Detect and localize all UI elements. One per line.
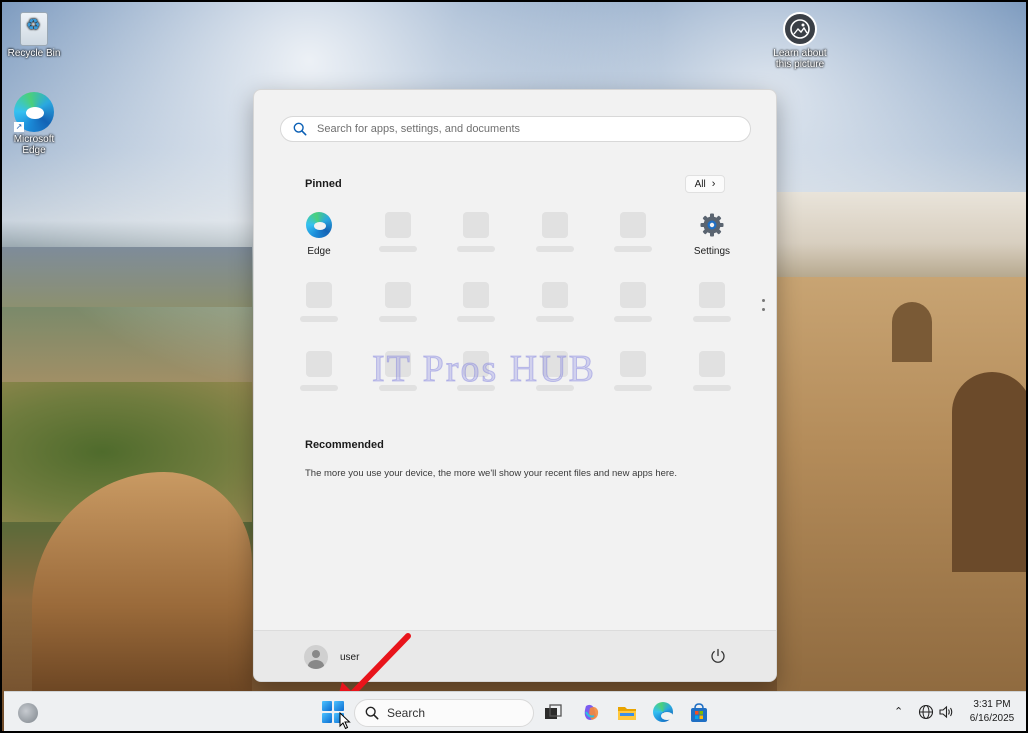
pinned-title: Pinned [305,178,342,190]
gear-icon [700,213,724,237]
learn-about-picture-icon [783,12,817,46]
start-menu-footer: user [254,630,776,681]
pinned-page-indicator[interactable] [762,299,766,315]
weather-widget-icon[interactable] [18,703,38,723]
pinned-app-placeholder [366,351,430,391]
edge-icon [306,212,332,238]
desktop-icon-recycle-bin[interactable]: Recycle Bin [2,12,66,59]
clock-date: 6/16/2025 [969,713,1015,724]
pinned-app-placeholder [680,351,744,391]
edge-icon[interactable] [652,702,674,724]
pinned-app-placeholder [366,282,430,322]
copilot-icon[interactable] [580,702,602,724]
power-icon[interactable] [709,647,727,665]
all-apps-button[interactable]: All › [685,175,725,193]
recycle-bin-icon [20,12,48,46]
pinned-app-placeholder [523,212,587,252]
wallpaper-valley [2,247,252,307]
start-search-box[interactable] [280,116,751,142]
desktop-icon-label: Recycle Bin [7,48,61,59]
wallpaper-bridge-arch [952,372,1026,572]
pinned-app-settings[interactable]: Settings [680,212,744,257]
pinned-app-placeholder [601,351,665,391]
user-name: user [340,651,360,663]
pinned-app-placeholder [366,212,430,252]
avatar [304,645,328,669]
edge-icon: ↗ [14,92,54,132]
pinned-app-placeholder [601,212,665,252]
desktop-icon-microsoft-edge[interactable]: ↗ Microsoft Edge [2,92,66,156]
pinned-app-placeholder [601,282,665,322]
search-icon [293,122,307,136]
chevron-right-icon: › [711,178,716,190]
desktop-icon-label: Microsoft Edge [13,134,55,156]
desktop-wallpaper: Recycle Bin ↗ Microsoft Edge Learn about… [0,0,1028,733]
taskbar-search-label: Search [387,706,426,720]
all-apps-label: All [694,178,706,190]
pinned-app-placeholder [444,212,508,252]
recommended-title: Recommended [305,439,384,451]
show-hidden-icons-chevron-icon[interactable]: ⌃ [894,705,903,718]
file-explorer-icon[interactable] [616,702,638,724]
mouse-cursor-icon [339,712,351,730]
edge-icon-glyph [653,702,673,722]
wallpaper-town [777,192,1026,277]
pinned-app-label: Settings [693,246,731,257]
system-clock[interactable]: 3:31 PM 6/16/2025 [962,698,1022,726]
network-globe-icon[interactable] [918,704,934,720]
task-view-icon[interactable] [542,702,564,724]
volume-icon[interactable] [938,704,954,720]
pinned-app-placeholder [523,351,587,391]
pinned-app-placeholder [680,282,744,322]
wallpaper-bridge-window [892,302,932,362]
desktop-icon-label: Learn about this picture [773,48,827,70]
user-account-button[interactable]: user [304,644,359,670]
desktop-icon-learn-about-picture[interactable]: Learn about this picture [768,12,832,70]
pinned-app-label: Edge [307,246,331,257]
recommended-empty-message: The more you use your device, the more w… [305,468,677,479]
start-search-input[interactable] [317,123,737,135]
pinned-app-placeholder [287,351,351,391]
start-menu: Pinned All › Edge [253,89,777,682]
pinned-app-placeholder [287,282,351,322]
taskbar-search-box[interactable]: Search [354,699,534,727]
taskbar: Search ⌃ 3:31 PM 6/16/2025 [4,691,1026,731]
shortcut-arrow-icon: ↗ [14,122,24,132]
clock-time: 3:31 PM [973,699,1011,710]
search-icon [365,706,379,720]
pinned-app-placeholder [444,282,508,322]
pinned-app-placeholder [444,351,508,391]
pinned-app-placeholder [523,282,587,322]
pinned-app-edge[interactable]: Edge [287,212,351,257]
store-icon[interactable] [688,702,710,724]
